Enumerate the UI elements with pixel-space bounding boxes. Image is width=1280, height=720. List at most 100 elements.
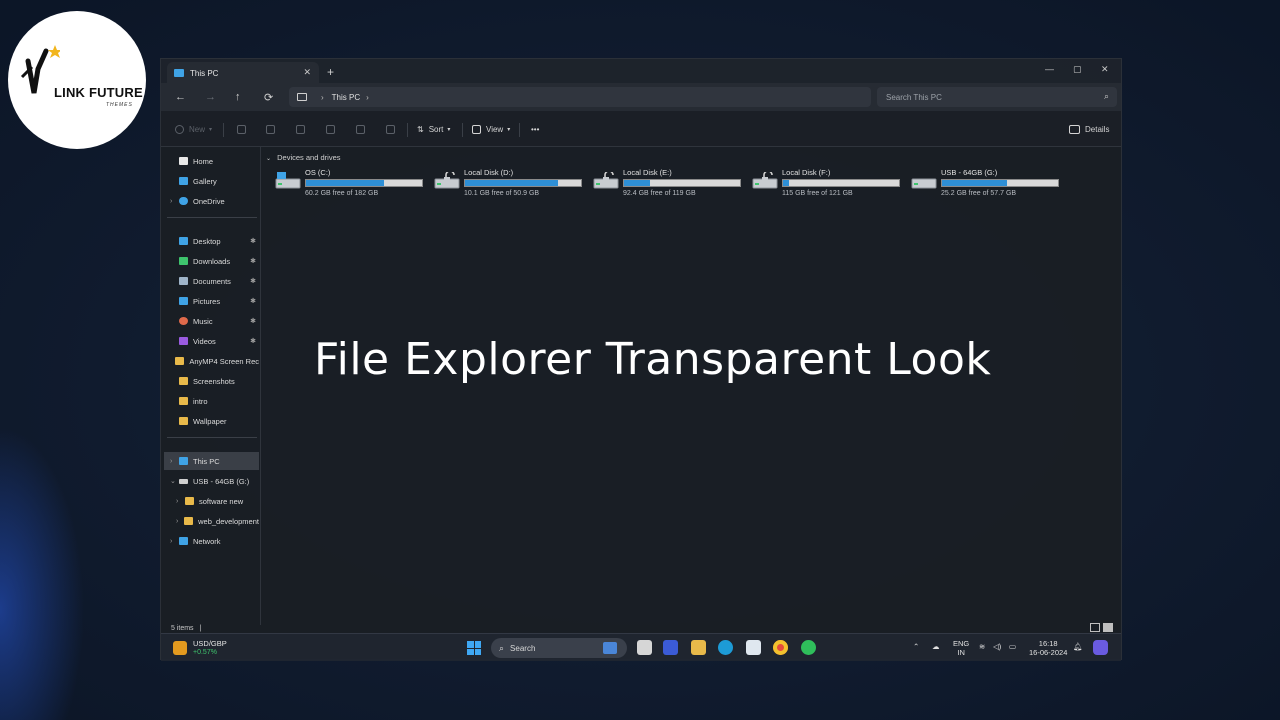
expand-chevron-icon[interactable]: ›	[176, 518, 184, 525]
share-button[interactable]	[356, 125, 370, 134]
tab-this-pc[interactable]: This PC ✕	[167, 62, 319, 84]
minimize-button[interactable]: —	[1045, 64, 1054, 74]
drive-tile[interactable]: OS (C:) 60.2 GB free of 182 GB	[273, 165, 425, 199]
language-indicator[interactable]: ENG IN	[953, 639, 969, 657]
tab-close-icon[interactable]: ✕	[303, 67, 311, 78]
sidebar-item-screenshots[interactable]: Screenshots	[164, 372, 259, 390]
file-explorer-taskbar-icon[interactable]	[691, 640, 706, 655]
sidebar-item-software-new[interactable]: › software new	[164, 492, 259, 510]
sidebar-item-desktop[interactable]: Desktop ✱	[164, 232, 259, 250]
sidebar-item-label: OneDrive	[193, 196, 225, 206]
sidebar-item-label: software new	[199, 496, 244, 506]
view-button[interactable]: View ▾	[472, 125, 510, 134]
volume-icon[interactable]: ◁)	[993, 642, 1001, 651]
microsoft-store-icon[interactable]	[746, 640, 761, 655]
windows-logo-icon	[467, 641, 474, 648]
sidebar-item-gallery[interactable]: Gallery	[164, 172, 259, 190]
sidebar-item-music[interactable]: Music ✱	[164, 312, 259, 330]
sidebar-item-web-development[interactable]: › web_development	[164, 512, 259, 530]
sidebar-item-wallpaper[interactable]: Wallpaper	[164, 412, 259, 430]
folder-icon	[185, 497, 194, 505]
sidebar-item-anymp4[interactable]: AnyMP4 Screen Rec	[164, 352, 259, 370]
drive-free-space: 10.1 GB free of 50.9 GB	[464, 190, 540, 197]
copilot-icon[interactable]	[1093, 640, 1108, 655]
view-toggle	[1090, 623, 1113, 632]
start-button[interactable]	[467, 641, 481, 655]
chevron-down-icon: ▾	[447, 127, 451, 133]
new-button[interactable]: New ▾	[175, 125, 212, 134]
drive-usage-fill	[783, 180, 789, 186]
sidebar-item-onedrive[interactable]: › OneDrive	[164, 192, 259, 210]
expand-chevron-icon[interactable]: ›	[176, 498, 185, 505]
drive-tile[interactable]: Local Disk (D:) 10.1 GB free of 50.9 GB	[432, 165, 584, 199]
tiles-view-icon[interactable]	[1103, 623, 1113, 632]
cloud-icon[interactable]: ☁	[932, 642, 940, 651]
video-overlay-title: File Explorer Transparent Look	[314, 334, 992, 385]
drive-usage-fill	[306, 180, 384, 186]
pin-icon: ✱	[250, 318, 256, 325]
maximize-button[interactable]: ▢	[1073, 64, 1082, 75]
breadcrumb-this-pc[interactable]: This PC	[332, 93, 360, 102]
drive-tile[interactable]: USB - 64GB (G:) 25.2 GB free of 57.7 GB	[909, 165, 1061, 199]
item-count: 5 items	[171, 625, 194, 632]
drive-name: Local Disk (F:)	[782, 168, 831, 177]
show-hidden-icons-icon[interactable]: ⌃	[913, 642, 919, 651]
cut-button[interactable]	[237, 125, 251, 134]
new-label: New	[189, 125, 206, 134]
drive-usage-bar	[305, 179, 423, 187]
wifi-icon[interactable]: ≋	[979, 642, 985, 651]
rename-button[interactable]	[326, 125, 340, 134]
language-code: ENG	[953, 639, 970, 648]
vs-app-icon[interactable]	[663, 640, 678, 655]
details-view-icon[interactable]	[1090, 623, 1100, 632]
new-tab-button[interactable]: +	[327, 65, 334, 79]
collapse-chevron-icon[interactable]: ⌄	[170, 477, 179, 485]
chevron-down-icon: ▾	[507, 127, 511, 133]
plus-circle-icon	[175, 125, 184, 134]
address-bar[interactable]: › This PC ›	[289, 87, 871, 107]
drive-tile[interactable]: Local Disk (F:) 115 GB free of 121 GB	[750, 165, 902, 199]
drive-tile[interactable]: Local Disk (E:) 92.4 GB free of 119 GB	[591, 165, 743, 199]
close-window-button[interactable]: ✕	[1101, 64, 1109, 75]
sidebar-item-network[interactable]: › Network	[164, 532, 259, 550]
sidebar-item-this-pc[interactable]: › This PC	[164, 452, 259, 470]
chrome-browser-icon[interactable]	[773, 640, 788, 655]
sort-button[interactable]: ⇅ Sort ▾	[417, 125, 450, 134]
sidebar-item-pictures[interactable]: Pictures ✱	[164, 292, 259, 310]
expand-chevron-icon[interactable]: ›	[170, 198, 179, 205]
sidebar-item-documents[interactable]: Documents ✱	[164, 272, 259, 290]
sidebar-item-usb-drive[interactable]: ⌄ USB - 64GB (G:)	[164, 472, 259, 490]
expand-chevron-icon[interactable]: ›	[170, 458, 179, 465]
expand-chevron-icon[interactable]: ›	[170, 538, 179, 545]
back-button[interactable]: ←	[175, 91, 186, 103]
notification-bell-icon[interactable]: 🔔︎	[1073, 642, 1083, 651]
more-options-button[interactable]: •••	[531, 125, 539, 134]
breadcrumb-chevron-end-icon[interactable]: ›	[366, 93, 369, 102]
whatsapp-icon[interactable]	[801, 640, 816, 655]
delete-button[interactable]	[386, 125, 400, 134]
task-view-icon[interactable]	[637, 640, 652, 655]
edge-browser-icon[interactable]	[718, 640, 733, 655]
clock-time: 16:18	[1038, 639, 1058, 648]
refresh-button[interactable]: ⟳	[264, 91, 273, 104]
search-icon: ⌕	[1103, 91, 1109, 101]
sort-icon: ⇅	[417, 125, 424, 134]
sidebar-item-intro[interactable]: intro	[164, 392, 259, 410]
details-pane-button[interactable]: Details	[1069, 125, 1109, 134]
copy-button[interactable]	[266, 125, 280, 134]
battery-icon[interactable]: ▭	[1009, 642, 1016, 651]
up-button[interactable]: ↑	[235, 91, 241, 103]
folder-icon	[179, 397, 188, 405]
sidebar-item-home[interactable]: Home	[164, 152, 259, 170]
stock-widget[interactable]: USD/GBP +0.57%	[173, 639, 227, 656]
sidebar-item-downloads[interactable]: Downloads ✱	[164, 252, 259, 270]
search-input[interactable]: Search This PC ⌕	[877, 87, 1117, 107]
sidebar-item-videos[interactable]: Videos ✱	[164, 332, 259, 350]
desktop-folder-icon	[179, 237, 188, 245]
forward-button[interactable]: →	[205, 91, 216, 103]
paste-button[interactable]	[296, 125, 310, 134]
sidebar-item-label: Gallery	[193, 176, 217, 186]
devices-drives-header[interactable]: ⌄ Devices and drives	[266, 153, 341, 162]
taskbar-search[interactable]: ⌕ Search	[491, 638, 627, 658]
clock[interactable]: 16:18 16-06-2024	[1029, 639, 1067, 657]
